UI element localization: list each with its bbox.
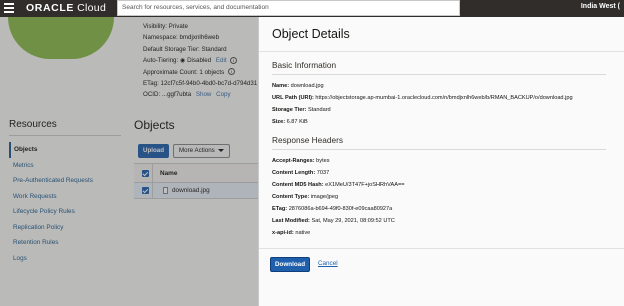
api-id-field: x-api-id: native (272, 230, 311, 236)
divider (259, 51, 624, 52)
content-md5-field: Content MD5 Hash: eX1MeU/3T47F+joSHRhVAA… (272, 182, 405, 188)
oracle-cloud-logo[interactable]: ORACLE Cloud (26, 2, 106, 14)
size-field: Size: 6.87 KiB (272, 119, 308, 125)
response-headers-heading: Response Headers (272, 135, 344, 145)
top-navigation-bar: ORACLE Cloud Search for resources, servi… (0, 0, 624, 17)
object-details-panel: Object Details Basic Information Name: d… (258, 17, 624, 306)
divider (272, 149, 606, 150)
divider (272, 74, 606, 75)
panel-footer (259, 248, 624, 306)
region-selector[interactable]: India West ( (581, 3, 620, 10)
global-search-input[interactable]: Search for resources, services, and docu… (117, 0, 460, 16)
content-type-field: Content Type: image/jpeg (272, 194, 339, 200)
modal-backdrop[interactable] (0, 17, 258, 306)
storage-tier-field: Storage Tier: Standard (272, 107, 331, 113)
download-button[interactable]: Download (270, 257, 310, 272)
accept-ranges-field: Accept-Ranges: bytes (272, 158, 330, 164)
url-path-field: URL Path (URI): https://objectstorage.ap… (272, 95, 573, 101)
panel-title: Object Details (272, 27, 350, 41)
etag-field: ETag: 2876086a-b694-49f0-830f-e09caa8092… (272, 206, 393, 212)
last-modified-field: Last Modified: Sat, May 29, 2021, 08:09:… (272, 218, 395, 224)
cancel-link[interactable]: Cancel (318, 260, 338, 267)
name-field: Name: download.jpg (272, 83, 324, 89)
basic-information-heading: Basic Information (272, 60, 337, 70)
hamburger-menu-icon[interactable] (4, 3, 14, 13)
content-length-field: Content Length: 7037 (272, 170, 330, 176)
